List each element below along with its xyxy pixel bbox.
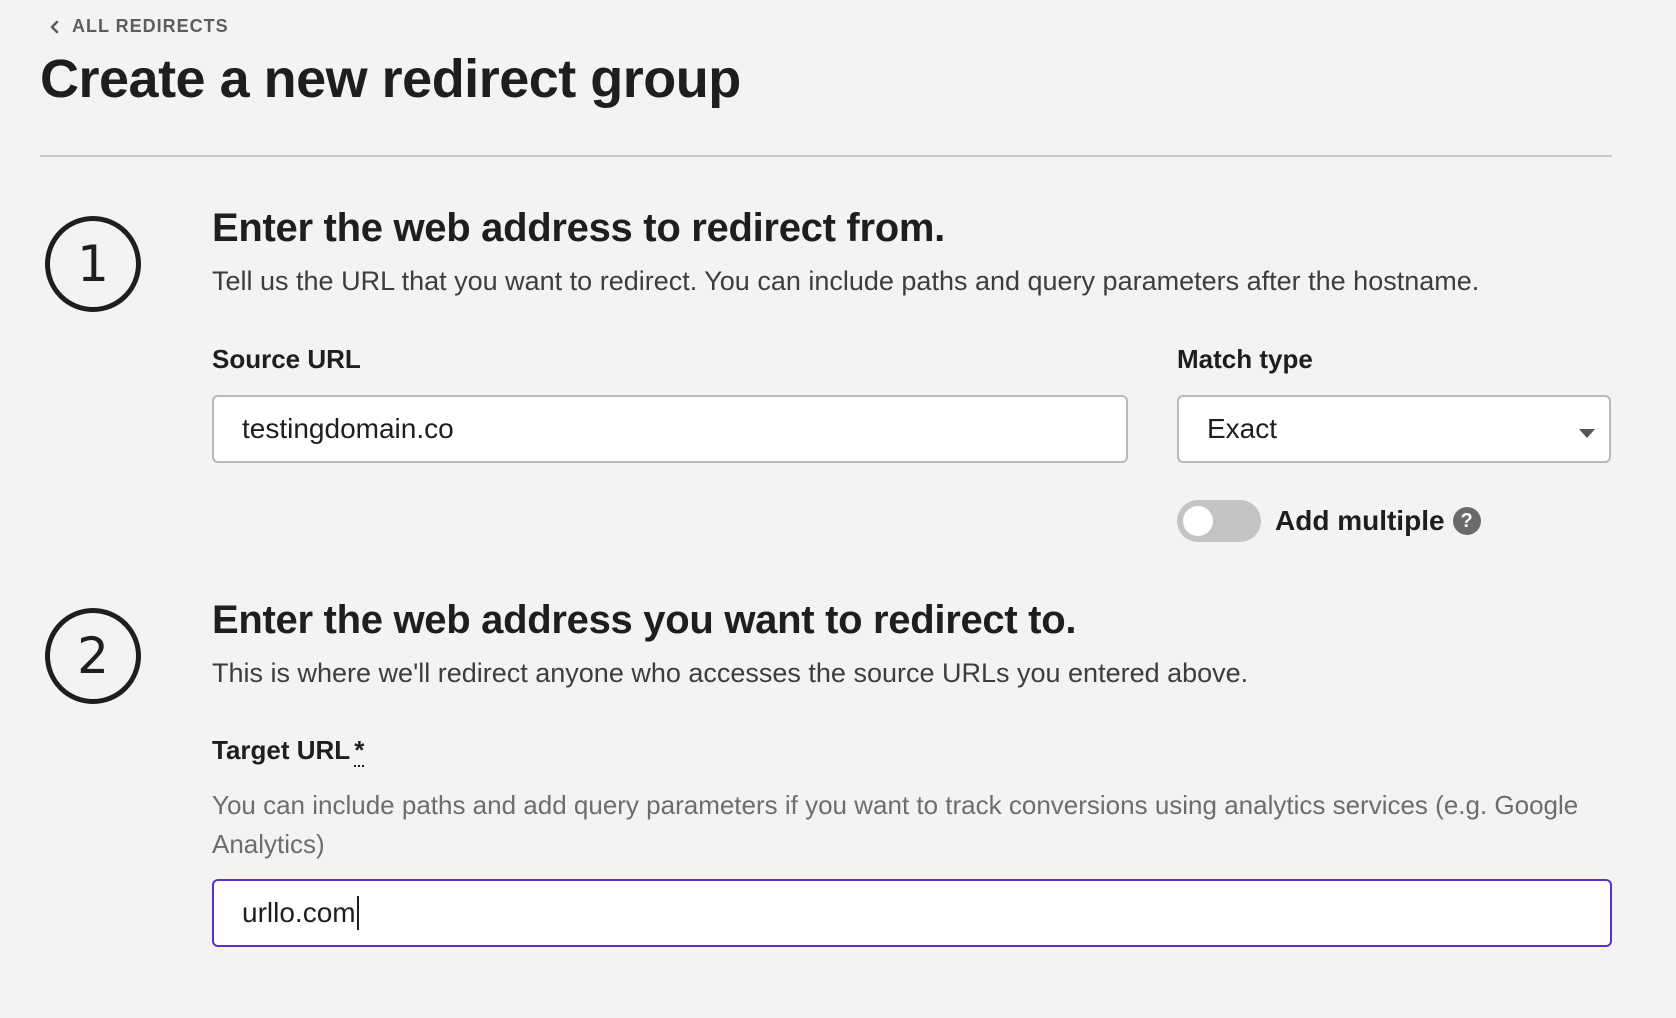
source-url-input[interactable]: testingdomain.co [212, 395, 1128, 463]
toggle-knob [1183, 506, 1213, 536]
back-to-all-redirects-link[interactable]: ALL REDIRECTS [48, 16, 229, 37]
caret-down-icon [1579, 429, 1595, 438]
add-multiple-toggle[interactable] [1177, 500, 1261, 542]
match-type-value: Exact [1207, 413, 1278, 444]
add-multiple-row: Add multiple ? [1177, 500, 1481, 542]
question-circle-icon[interactable]: ? [1452, 507, 1481, 535]
source-url-value: testingdomain.co [242, 413, 454, 444]
step-1-description: Tell us the URL that you want to redirec… [212, 266, 1480, 296]
target-url-label-row: Target URL * [212, 735, 365, 767]
target-url-input[interactable]: urllo.com [212, 879, 1612, 947]
required-indicator: * [354, 735, 365, 767]
target-url-label: Target URL [212, 735, 351, 765]
add-multiple-label: Add multiple [1275, 505, 1445, 536]
target-url-help-text: You can include paths and add query para… [212, 790, 1579, 859]
match-type-select[interactable]: Exact [1177, 395, 1611, 463]
match-type-label: Match type [1177, 344, 1313, 374]
target-url-value: urllo.com [242, 897, 356, 928]
chevron-left-icon [50, 20, 59, 33]
page: ALL REDIRECTS Create a new redirect grou… [0, 0, 1676, 1018]
source-url-label: Source URL [212, 344, 361, 374]
header-divider [40, 155, 1612, 157]
step-2-description: This is where we'll redirect anyone who … [212, 658, 1249, 688]
step-2-number: 2 [45, 608, 141, 704]
page-title: Create a new redirect group [40, 49, 741, 109]
step-1-title: Enter the web address to redirect from. [212, 206, 945, 250]
back-link-label: ALL REDIRECTS [72, 16, 229, 36]
step-1-number: 1 [45, 216, 141, 312]
step-2-title: Enter the web address you want to redire… [212, 598, 1077, 642]
text-cursor [356, 896, 359, 930]
